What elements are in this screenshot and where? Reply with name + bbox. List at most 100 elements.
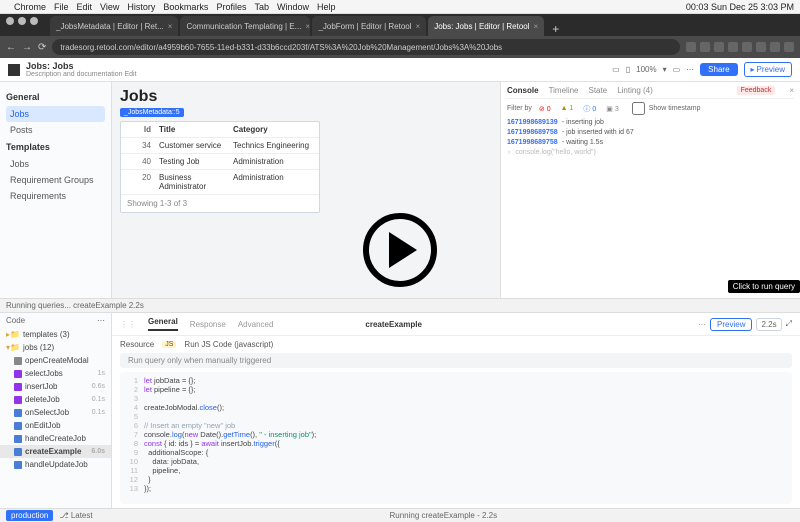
run-query-tooltip: Click to run query — [728, 280, 800, 293]
tree-item[interactable]: deleteJob0.1s — [0, 393, 111, 406]
col-header-title[interactable]: Title — [159, 125, 233, 134]
status-footer: production ⎇ Latest Running createExampl… — [0, 508, 800, 522]
resource-value[interactable]: Run JS Code (javascript) — [184, 340, 273, 349]
close-icon[interactable]: × — [168, 22, 173, 31]
folder-icon: ▾📁 — [6, 343, 20, 352]
menu-file[interactable]: File — [54, 2, 69, 12]
menu-history[interactable]: History — [127, 2, 155, 12]
js-icon — [14, 422, 22, 430]
browser-tab[interactable]: Communication Templating | E...× — [180, 16, 310, 36]
qe-tab-advanced[interactable]: Advanced — [238, 320, 274, 329]
sql-icon — [14, 370, 22, 378]
branch-icon[interactable]: ⎇ — [59, 511, 68, 520]
component-badge[interactable]: _JobsMetadata::5 — [120, 108, 184, 117]
extension-icons[interactable] — [686, 42, 794, 52]
more-icon[interactable]: ⋯ — [686, 65, 694, 74]
monitor-icon[interactable]: ▭ — [673, 65, 681, 74]
tree-folder[interactable]: ▾📁jobs (12) — [0, 341, 111, 354]
macos-menubar: Chrome File Edit View History Bookmarks … — [0, 0, 800, 14]
code-tree-panel: Code ⋯ ▸📁templates (3) ▾📁jobs (12) openCr… — [0, 313, 112, 508]
tree-item[interactable]: handleCreateJob — [0, 432, 111, 445]
browser-tab-active[interactable]: Jobs: Jobs | Editor | Retool× — [428, 16, 544, 36]
table-row[interactable]: 20 Business Administrator Administration — [121, 170, 319, 195]
tree-folder[interactable]: ▸📁templates (3) — [0, 328, 111, 341]
feedback-badge[interactable]: Feedback — [737, 86, 776, 95]
back-icon[interactable]: ← — [6, 42, 16, 53]
table-row[interactable]: 40 Testing Job Administration — [121, 154, 319, 170]
mobile-icon[interactable]: ▯ — [626, 65, 630, 74]
page-nav-sidebar: General Jobs Posts Templates Jobs Requir… — [0, 82, 112, 298]
tab-timeline[interactable]: Timeline — [549, 86, 579, 95]
nav-item-posts[interactable]: Posts — [6, 122, 105, 138]
query-name[interactable]: createExample — [365, 320, 421, 329]
menu-help[interactable]: Help — [317, 2, 336, 12]
video-play-button[interactable] — [363, 213, 437, 287]
editor-canvas[interactable]: Jobs _JobsMetadata::5 Id Title Category … — [112, 82, 500, 298]
zoom-level[interactable]: 100% — [636, 65, 656, 74]
qe-tab-general[interactable]: General — [148, 317, 178, 331]
expand-icon[interactable]: ⤢ — [786, 319, 792, 329]
reload-icon[interactable]: ⟳ — [38, 42, 46, 53]
menu-tab[interactable]: Tab — [254, 2, 269, 12]
tree-item[interactable]: insertJob0.6s — [0, 380, 111, 393]
browser-tab[interactable]: _JobsMetadata | Editor | Ret...× — [50, 16, 178, 36]
menu-window[interactable]: Window — [277, 2, 309, 12]
menu-bookmarks[interactable]: Bookmarks — [163, 2, 208, 12]
close-icon[interactable]: × — [534, 22, 539, 31]
tree-item[interactable]: handleUpdateJob — [0, 458, 111, 471]
timestamp-label: Show timestamp — [649, 105, 701, 112]
col-header-category[interactable]: Category — [233, 125, 313, 134]
preview-query-button[interactable]: Preview — [710, 318, 752, 331]
qe-tab-response[interactable]: Response — [190, 320, 226, 329]
branch-label[interactable]: Latest — [71, 511, 93, 520]
code-tree-more-icon[interactable]: ⋯ — [97, 316, 105, 325]
tree-item[interactable]: onSelectJob0.1s — [0, 406, 111, 419]
nav-item-templates-jobs[interactable]: Jobs — [6, 156, 105, 172]
share-button[interactable]: Share — [700, 63, 737, 76]
jobs-table[interactable]: Id Title Category 34 Customer service Te… — [120, 121, 320, 213]
desktop-icon[interactable]: ▭ — [612, 65, 620, 74]
page-title: Jobs — [120, 88, 492, 106]
menu-chrome[interactable]: Chrome — [14, 2, 46, 12]
close-icon[interactable]: × — [305, 22, 310, 31]
warn-count[interactable]: ▲ 1 — [558, 105, 577, 112]
timestamp-checkbox[interactable] — [632, 102, 645, 115]
trigger-mode-bar[interactable]: Run query only when manually triggered — [120, 353, 792, 368]
code-tree-title: Code — [6, 316, 25, 325]
preview-button[interactable]: ▸ Preview — [744, 62, 792, 77]
close-icon[interactable]: × — [789, 86, 794, 95]
grip-icon[interactable]: ⋮⋮ — [120, 320, 136, 329]
tab-linting[interactable]: Linting (4) — [617, 86, 653, 95]
nav-item-jobs[interactable]: Jobs — [6, 106, 105, 122]
nav-item-requirements[interactable]: Requirements — [6, 188, 105, 204]
app-subtitle[interactable]: Description and documentation Edit — [26, 71, 606, 78]
tree-item[interactable]: onEditJob — [0, 419, 111, 432]
browser-tab[interactable]: _JobForm | Editor | Retool× — [312, 16, 426, 36]
tree-item[interactable]: selectJobs1s — [0, 367, 111, 380]
new-tab-button[interactable]: + — [546, 22, 565, 36]
log-count[interactable]: ▣ 3 — [603, 105, 621, 113]
forward-icon[interactable]: → — [22, 42, 32, 53]
tree-item-selected[interactable]: createExample6.0s — [0, 445, 111, 458]
table-row[interactable]: 34 Customer service Technics Engineering — [121, 138, 319, 154]
tab-state[interactable]: State — [589, 86, 608, 95]
close-icon[interactable]: × — [416, 22, 421, 31]
menu-view[interactable]: View — [100, 2, 119, 12]
col-header-id[interactable]: Id — [127, 125, 151, 134]
console-prompt[interactable]: › console.log("hello, world") — [507, 148, 794, 158]
info-count[interactable]: ⓘ 0 — [580, 104, 599, 114]
retool-logo-icon[interactable] — [8, 64, 20, 76]
address-bar[interactable]: tradesorg.retool.com/editor/a4959b60-765… — [52, 39, 680, 55]
modal-icon — [14, 357, 22, 365]
tree-item[interactable]: openCreateModal — [0, 354, 111, 367]
env-badge[interactable]: production — [6, 510, 53, 521]
error-count[interactable]: ⊘ 0 — [536, 105, 554, 113]
nav-item-req-groups[interactable]: Requirement Groups — [6, 172, 105, 188]
window-traffic-lights[interactable] — [6, 17, 38, 25]
code-editor[interactable]: 1let jobData = {}; 2let pipeline = {}; 3… — [120, 372, 792, 504]
menu-edit[interactable]: Edit — [77, 2, 93, 12]
menu-profiles[interactable]: Profiles — [216, 2, 246, 12]
tab-console[interactable]: Console — [507, 86, 539, 95]
chevron-down-icon[interactable]: ▾ — [663, 65, 667, 74]
more-icon[interactable]: ⋯ — [698, 320, 706, 329]
